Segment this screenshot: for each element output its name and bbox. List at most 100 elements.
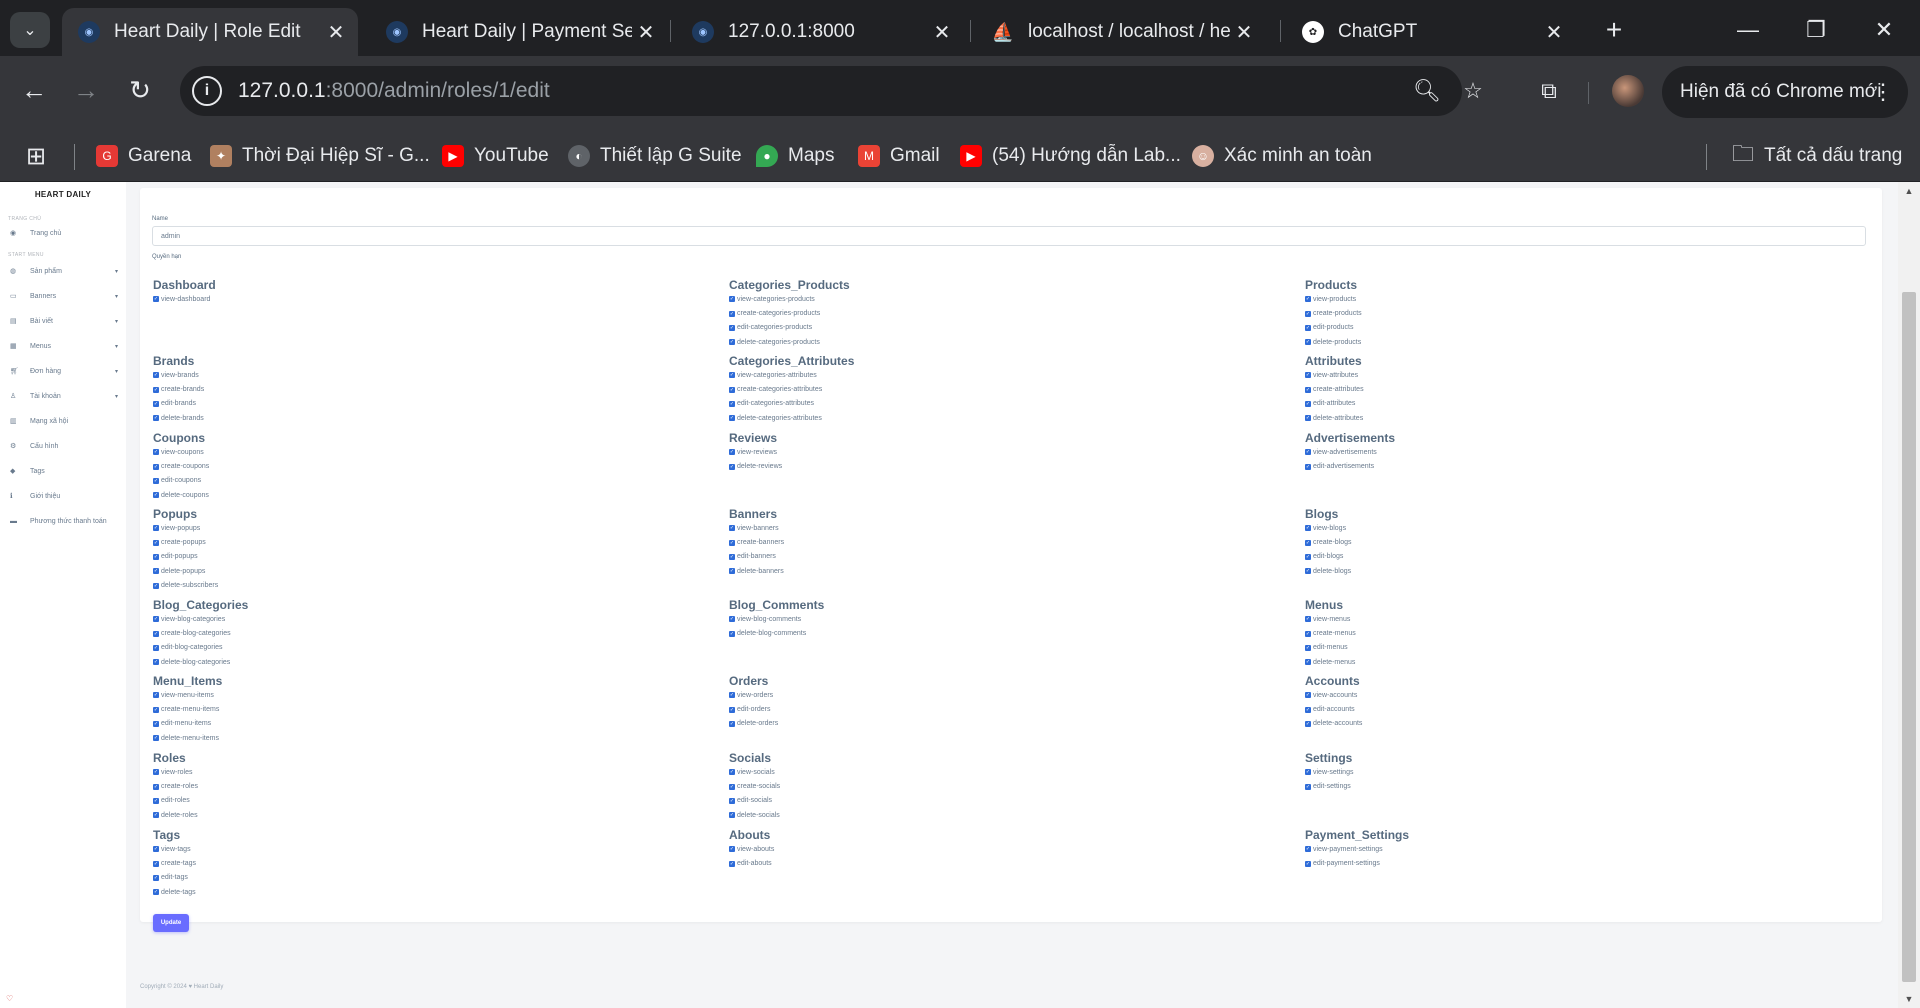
- permission-checkbox-row[interactable]: ✓ create-menus: [1305, 626, 1356, 640]
- permission-checkbox-row[interactable]: ✓ view-attributes: [1305, 368, 1364, 382]
- checkbox-checked-icon[interactable]: ✓: [153, 769, 159, 776]
- page-scrollbar[interactable]: ▲ ▼: [1898, 182, 1920, 1008]
- scroll-up-icon[interactable]: ▲: [1903, 186, 1915, 196]
- more-options-icon[interactable]: ⋮: [1872, 79, 1894, 105]
- checkbox-checked-icon[interactable]: ✓: [1305, 706, 1311, 713]
- permission-checkbox-row[interactable]: ✓ edit-payment-settings: [1305, 856, 1409, 870]
- sidebar-item-10[interactable]: ▬ Phương thức thanh toán: [10, 514, 118, 528]
- checkbox-checked-icon[interactable]: ✓: [153, 400, 159, 407]
- checkbox-checked-icon[interactable]: ✓: [729, 339, 735, 346]
- permission-checkbox-row[interactable]: ✓ delete-blog-comments: [729, 626, 824, 640]
- sidebar-item-7[interactable]: ⚙ Cấu hình: [10, 439, 118, 453]
- sidebar-item-1[interactable]: ▭ Banners ▾: [10, 289, 118, 303]
- checkbox-checked-icon[interactable]: ✓: [1305, 769, 1311, 776]
- permission-checkbox-row[interactable]: ✓ edit-banners: [729, 550, 784, 564]
- checkbox-checked-icon[interactable]: ✓: [1305, 846, 1311, 853]
- checkbox-checked-icon[interactable]: ✓: [153, 783, 159, 790]
- checkbox-checked-icon[interactable]: ✓: [153, 846, 159, 853]
- permission-checkbox-row[interactable]: ✓ create-menu-items: [153, 702, 222, 716]
- permission-checkbox-row[interactable]: ✓ create-roles: [153, 779, 198, 793]
- checkbox-checked-icon[interactable]: ✓: [153, 415, 159, 422]
- apps-grid-icon[interactable]: ⊞: [26, 140, 46, 172]
- permission-checkbox-row[interactable]: ✓ view-accounts: [1305, 688, 1362, 702]
- checkbox-checked-icon[interactable]: ✓: [153, 568, 159, 575]
- checkbox-checked-icon[interactable]: ✓: [729, 706, 735, 713]
- checkbox-checked-icon[interactable]: ✓: [729, 568, 735, 575]
- checkbox-checked-icon[interactable]: ✓: [153, 720, 159, 727]
- bookmark-gmail[interactable]: M Gmail: [858, 140, 940, 172]
- checkbox-checked-icon[interactable]: ✓: [729, 386, 735, 393]
- permission-checkbox-row[interactable]: ✓ create-brands: [153, 382, 204, 396]
- bookmark-xac-minh[interactable]: ☺ Xác minh an toàn: [1192, 140, 1372, 172]
- permission-checkbox-row[interactable]: ✓ edit-tags: [153, 871, 196, 885]
- checkbox-checked-icon[interactable]: ✓: [153, 477, 159, 484]
- checkbox-checked-icon[interactable]: ✓: [729, 846, 735, 853]
- close-tab-icon[interactable]: ✕: [322, 20, 350, 45]
- checkbox-checked-icon[interactable]: ✓: [1305, 449, 1311, 456]
- sidebar-item-4[interactable]: 🛒︎ Đơn hàng ▾: [10, 364, 118, 378]
- permission-checkbox-row[interactable]: ✓ edit-blog-categories: [153, 641, 248, 655]
- permission-checkbox-row[interactable]: ✓ view-abouts: [729, 842, 774, 856]
- permission-checkbox-row[interactable]: ✓ edit-coupons: [153, 474, 209, 488]
- checkbox-checked-icon[interactable]: ✓: [729, 692, 735, 699]
- checkbox-checked-icon[interactable]: ✓: [1305, 525, 1311, 532]
- bookmark-star-icon[interactable]: ☆: [1458, 76, 1488, 106]
- bookmark-youtube[interactable]: ▶ YouTube: [442, 140, 549, 172]
- permission-checkbox-row[interactable]: ✓ view-blogs: [1305, 521, 1352, 535]
- checkbox-checked-icon[interactable]: ✓: [1305, 310, 1311, 317]
- checkbox-checked-icon[interactable]: ✓: [729, 783, 735, 790]
- permission-checkbox-row[interactable]: ✓ edit-blogs: [1305, 550, 1352, 564]
- chrome-update-button[interactable]: Hiện đã có Chrome mới ⋮: [1662, 66, 1908, 118]
- checkbox-checked-icon[interactable]: ✓: [1305, 568, 1311, 575]
- checkbox-checked-icon[interactable]: ✓: [1305, 539, 1311, 546]
- permission-checkbox-row[interactable]: ✓ view-payment-settings: [1305, 842, 1409, 856]
- permission-checkbox-row[interactable]: ✓ create-socials: [729, 779, 780, 793]
- checkbox-checked-icon[interactable]: ✓: [153, 874, 159, 881]
- permission-checkbox-row[interactable]: ✓ edit-settings: [1305, 779, 1353, 793]
- checkbox-checked-icon[interactable]: ✓: [729, 296, 735, 303]
- checkbox-checked-icon[interactable]: ✓: [1305, 463, 1311, 470]
- permission-checkbox-row[interactable]: ✓ delete-coupons: [153, 488, 209, 502]
- permission-checkbox-row[interactable]: ✓ create-blog-categories: [153, 626, 248, 640]
- sidebar-item-5[interactable]: ♙ Tài khoản ▾: [10, 389, 118, 403]
- permission-checkbox-row[interactable]: ✓ create-blogs: [1305, 535, 1352, 549]
- checkbox-checked-icon[interactable]: ✓: [153, 889, 159, 896]
- bookmark-maps[interactable]: ● Maps: [756, 140, 834, 172]
- sidebar-item-8[interactable]: ◆ Tags: [10, 464, 118, 478]
- checkbox-checked-icon[interactable]: ✓: [153, 525, 159, 532]
- permission-checkbox-row[interactable]: ✓ edit-popups: [153, 550, 218, 564]
- permission-checkbox-row[interactable]: ✓ delete-menus: [1305, 655, 1356, 669]
- reload-button[interactable]: ↻: [120, 70, 160, 110]
- scroll-down-icon[interactable]: ▼: [1903, 994, 1915, 1004]
- checkbox-checked-icon[interactable]: ✓: [729, 525, 735, 532]
- sidebar-item-9[interactable]: ℹ Giới thiệu: [10, 489, 118, 503]
- checkbox-checked-icon[interactable]: ✓: [729, 324, 735, 331]
- close-window-button[interactable]: ✕: [1856, 10, 1912, 50]
- checkbox-checked-icon[interactable]: ✓: [1305, 386, 1311, 393]
- checkbox-checked-icon[interactable]: ✓: [153, 386, 159, 393]
- checkbox-checked-icon[interactable]: ✓: [1305, 692, 1311, 699]
- permission-checkbox-row[interactable]: ✓ view-menus: [1305, 612, 1356, 626]
- checkbox-checked-icon[interactable]: ✓: [153, 463, 159, 470]
- sidebar-item-3[interactable]: ▦ Menus ▾: [10, 339, 118, 353]
- checkbox-checked-icon[interactable]: ✓: [1305, 630, 1311, 637]
- checkbox-checked-icon[interactable]: ✓: [729, 797, 735, 804]
- permission-checkbox-row[interactable]: ✓ view-socials: [729, 765, 780, 779]
- checkbox-checked-icon[interactable]: ✓: [729, 415, 735, 422]
- checkbox-checked-icon[interactable]: ✓: [153, 692, 159, 699]
- close-tab-icon[interactable]: ✕: [632, 20, 660, 45]
- tab-role-edit[interactable]: ◉ Heart Daily | Role Edit ✕: [62, 8, 358, 56]
- checkbox-checked-icon[interactable]: ✓: [1305, 372, 1311, 379]
- permission-checkbox-row[interactable]: ✓ delete-tags: [153, 885, 196, 899]
- name-input[interactable]: admin: [152, 226, 1866, 246]
- checkbox-checked-icon[interactable]: ✓: [153, 860, 159, 867]
- permission-checkbox-row[interactable]: ✓ create-coupons: [153, 459, 209, 473]
- permission-checkbox-row[interactable]: ✓ edit-menus: [1305, 641, 1356, 655]
- checkbox-checked-icon[interactable]: ✓: [153, 553, 159, 560]
- permission-checkbox-row[interactable]: ✓ view-dashboard: [153, 292, 216, 306]
- checkbox-checked-icon[interactable]: ✓: [153, 735, 159, 742]
- permission-checkbox-row[interactable]: ✓ view-brands: [153, 368, 204, 382]
- permission-checkbox-row[interactable]: ✓ edit-roles: [153, 794, 198, 808]
- checkbox-checked-icon[interactable]: ✓: [1305, 324, 1311, 331]
- sidebar-item-6[interactable]: ▥ Mạng xã hội: [10, 414, 118, 428]
